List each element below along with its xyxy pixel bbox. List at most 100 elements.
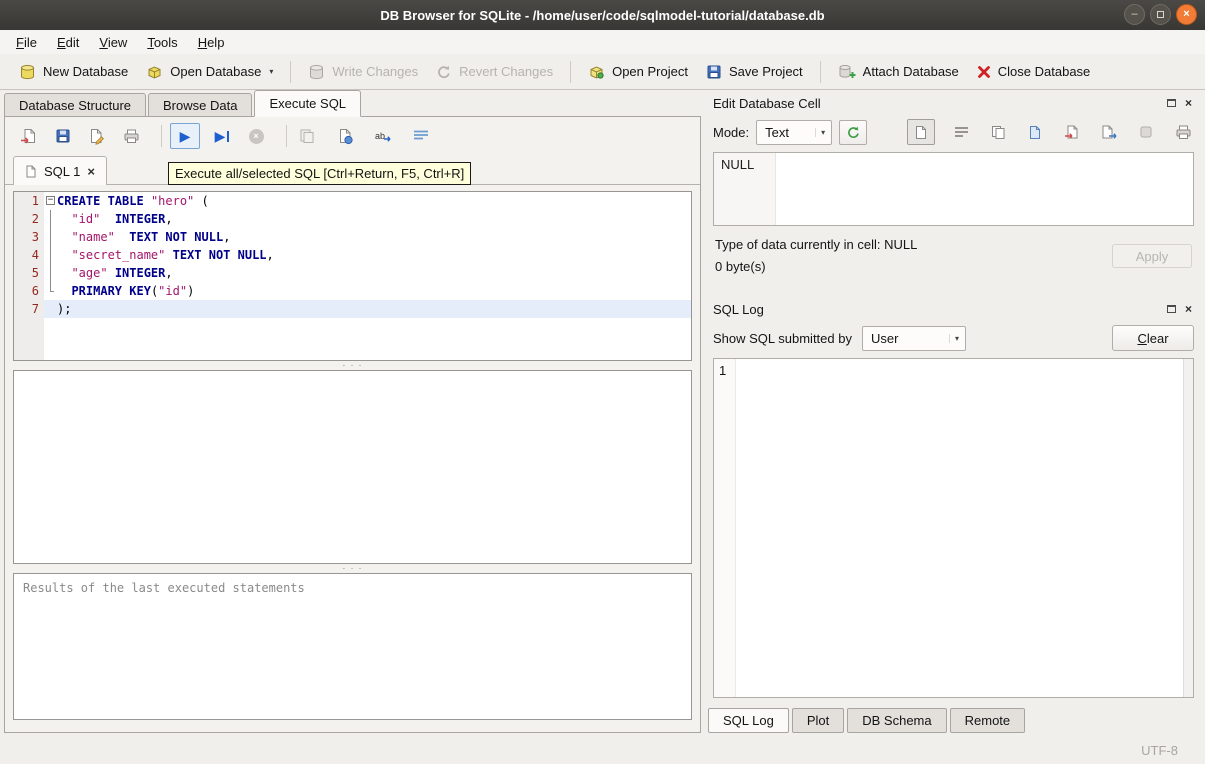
toolbar-separator [570,60,572,83]
svg-text:ab: ab [375,131,385,141]
line-number: 2 [14,210,44,228]
save-project-button[interactable]: Save Project [697,60,812,84]
execute-line-button[interactable]: ▶ [210,124,234,148]
encoding-indicator[interactable]: UTF-8 [1141,743,1178,758]
print-button[interactable] [119,124,143,148]
new-database-icon [19,64,36,80]
maximize-button[interactable] [1150,4,1171,25]
tab-sql-log[interactable]: SQL Log [708,708,789,733]
close-database-icon [977,65,991,79]
sql-file-tab[interactable]: SQL 1 × [13,156,107,185]
paste-cell-icon[interactable] [1024,121,1046,143]
open-external-button[interactable] [333,124,357,148]
editor-line[interactable]: 1− CREATE TABLE "hero" ( [14,192,691,210]
tab-database-structure[interactable]: Database Structure [4,93,147,117]
editor-line[interactable]: 2 "id" INTEGER, [14,210,691,228]
clear-log-button[interactable]: Clear [1112,325,1194,351]
window-titlebar[interactable]: DB Browser for SQLite - /home/user/code/… [0,0,1205,30]
results-grid-pane[interactable] [13,370,692,564]
toolbar-separator [290,60,292,83]
open-database-dropdown-icon[interactable]: ▾ [269,67,273,76]
splitter-handle[interactable] [5,361,700,370]
close-database-button[interactable]: Close Database [968,60,1100,83]
attach-database-button[interactable]: Attach Database [829,60,968,84]
tab-plot[interactable]: Plot [791,708,845,733]
print-cell-icon[interactable] [1172,121,1194,143]
cell-size-info: 0 byte(s) [715,259,766,274]
sql-log-title: SQL Log [713,301,764,317]
line-number: 7 [14,300,44,318]
save-sql-file-button[interactable] [51,124,75,148]
open-project-button[interactable]: Open Project [579,60,697,84]
text-mode-button[interactable] [907,119,935,145]
execute-all-button[interactable]: ▶ [170,123,200,149]
float-dock-icon[interactable] [1166,305,1176,313]
tab-execute-sql[interactable]: Execute SQL [254,90,362,117]
close-dock-icon[interactable]: × [1185,97,1192,109]
edit-cell-title: Edit Database Cell [713,95,821,111]
mode-select[interactable]: Text ▾ [756,119,833,145]
log-filter-select[interactable]: User ▾ [861,325,966,351]
word-wrap-icon[interactable] [950,121,972,143]
status-bar: UTF-8 [0,737,1205,764]
open-sql-file-button[interactable] [17,124,41,148]
line-number: 5 [14,264,44,282]
editor-line[interactable]: 4 "secret_name" TEXT NOT NULL, [14,246,691,264]
open-project-icon [588,64,605,80]
menu-view[interactable]: View [89,32,137,53]
sql-editor-fill[interactable] [14,318,691,360]
menu-tools[interactable]: Tools [137,32,187,53]
close-dock-icon[interactable]: × [1185,303,1192,315]
editor-line[interactable]: 7); [14,300,691,318]
editor-line[interactable]: 6 PRIMARY KEY("id") [14,282,691,300]
execute-line-icon: ▶ [214,128,226,144]
sql-log-controls: Show SQL submitted by User ▾ Clear [705,320,1202,356]
minimize-button[interactable]: – [1124,4,1145,25]
close-button[interactable]: × [1176,4,1197,25]
cell-info-row: Type of data currently in cell: NULL 0 b… [705,232,1202,286]
splitter-handle[interactable] [5,564,700,573]
fold-guide [44,210,57,228]
export-cell-data-icon[interactable] [1098,121,1120,143]
toolbar-separator [286,125,287,147]
menu-help[interactable]: Help [188,32,235,53]
copy-cell-icon[interactable] [987,121,1009,143]
tab-db-schema[interactable]: DB Schema [847,708,947,733]
log-line-number: 1 [719,363,727,378]
save-sql-as-button[interactable] [85,124,109,148]
tab-browse-data[interactable]: Browse Data [148,93,253,117]
sql-file-icon [25,165,37,178]
line-number: 4 [14,246,44,264]
stop-icon: × [248,128,264,144]
sql-editor[interactable]: 1− CREATE TABLE "hero" (2 "id" INTEGER, 3 … [13,191,692,361]
set-null-icon [1135,121,1157,143]
open-database-button[interactable]: Open Database ▾ [137,60,282,84]
toolbar-separator [161,125,162,147]
editor-line[interactable]: 3 "name" TEXT NOT NULL, [14,228,691,246]
results-message-pane[interactable]: Results of the last executed statements [13,573,692,720]
log-scrollbar[interactable] [1183,359,1193,697]
menu-edit[interactable]: Edit [47,32,89,53]
sql-toolbar: ▶ ▶ × ab [5,117,700,155]
write-changes-icon [308,64,325,80]
menu-file[interactable]: File [6,32,47,53]
format-sql-button[interactable] [409,124,433,148]
editor-line[interactable]: 5 "age" INTEGER, [14,264,691,282]
float-dock-icon[interactable] [1166,99,1176,107]
new-database-button[interactable]: New Database [10,60,137,84]
refresh-cell-button[interactable] [839,119,868,145]
cell-editor[interactable]: NULL [713,152,1194,226]
tab-remote[interactable]: Remote [949,708,1026,733]
save-project-icon [706,64,722,80]
results-placeholder: Results of the last executed statements [23,581,305,595]
fold-marker[interactable]: − [44,192,57,210]
autocomplete-button[interactable]: ab [371,124,395,148]
sql-tab-close-icon[interactable]: × [87,164,95,179]
sql-log-area[interactable]: 1 [713,358,1194,698]
line-number: 1 [14,192,44,210]
log-gutter [714,359,736,697]
fold-guide [44,264,57,282]
menu-bar: File Edit View Tools Help [0,30,1205,54]
import-cell-data-icon[interactable] [1061,121,1083,143]
fold-guide [44,228,57,246]
